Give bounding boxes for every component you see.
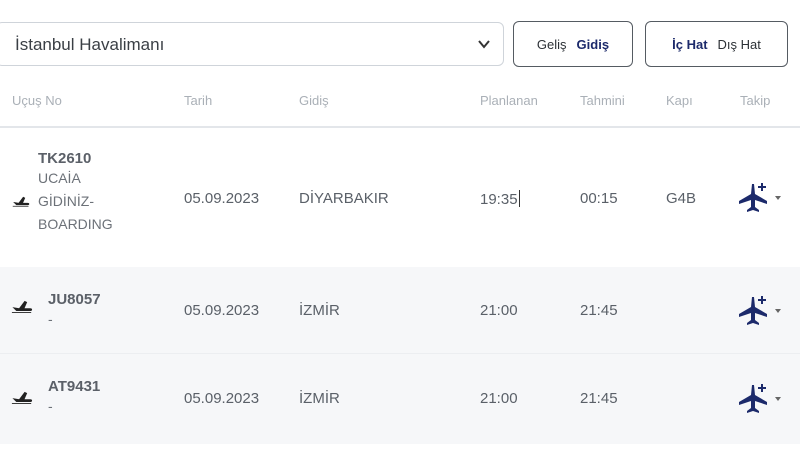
- flight-number: TK2610: [38, 150, 92, 167]
- table-row: AT9431 - 05.09.2023 İZMİR 21:00 21:45: [0, 353, 800, 444]
- chevron-down-icon: [775, 309, 781, 313]
- plane-plus-icon: [739, 296, 767, 325]
- flight-estimated-time: 21:45: [580, 390, 618, 407]
- departure-plane-icon: [11, 300, 33, 313]
- chevron-down-icon: [478, 40, 490, 49]
- flight-planned-time: 21:00: [480, 302, 518, 319]
- flight-date: 05.09.2023: [184, 302, 260, 319]
- header-follow: Takip: [740, 93, 771, 108]
- flight-number: JU8057: [48, 291, 101, 308]
- departure-plane-icon: [11, 391, 33, 404]
- direction-toggle-button[interactable]: Geliş Gidiş: [513, 21, 633, 67]
- table-row: TK2610 UCAİA GİDİNİZ- BOARDING 05.09.202…: [0, 128, 800, 267]
- flight-gate: G4B: [666, 190, 697, 207]
- arrival-label: Geliş: [536, 36, 567, 52]
- flight-planned-time: 21:00: [480, 390, 518, 407]
- table-row: JU8057 - 05.09.2023 İZMİR 21:00 21:45: [0, 267, 800, 353]
- plane-plus-icon: [739, 384, 767, 413]
- text-cursor: [518, 190, 520, 207]
- header-flight-no: Uçuş No: [12, 93, 62, 108]
- header-estimated: Tahmini: [580, 93, 625, 108]
- header-destination: Gidiş: [299, 93, 329, 108]
- flight-destination: DİYARBAKIR: [299, 190, 389, 207]
- flight-estimated-time: 00:15: [580, 190, 618, 207]
- flight-planned-time: 19:35: [480, 190, 520, 208]
- chevron-down-icon: [775, 196, 781, 200]
- international-label: Dış Hat: [717, 36, 761, 52]
- flight-date: 05.09.2023: [184, 190, 260, 207]
- flight-number: AT9431: [48, 378, 101, 395]
- flight-estimated-time: 21:45: [580, 302, 618, 319]
- line-type-toggle-button[interactable]: İç Hat Dış Hat: [645, 21, 788, 67]
- filter-bar: İstanbul Havalimanı Geliş Gidiş İç Hat D…: [0, 0, 800, 80]
- flight-status: UCAİA GİDİNİZ- BOARDING: [38, 170, 113, 232]
- plane-plus-icon: [739, 183, 767, 212]
- follow-flight-button[interactable]: [737, 293, 781, 329]
- flight-status: -: [48, 398, 53, 414]
- departure-label: Gidiş: [576, 36, 610, 52]
- airport-select-value: İstanbul Havalimanı: [15, 35, 165, 54]
- chevron-down-icon: [775, 397, 781, 401]
- flight-date: 05.09.2023: [184, 390, 260, 407]
- header-planned: Planlanan: [480, 93, 538, 108]
- flight-destination: İZMİR: [299, 302, 340, 319]
- departure-plane-icon: [12, 196, 30, 207]
- header-date: Tarih: [184, 93, 213, 108]
- follow-flight-button[interactable]: [737, 381, 781, 417]
- domestic-label: İç Hat: [672, 36, 708, 52]
- airport-select[interactable]: İstanbul Havalimanı: [0, 22, 504, 66]
- header-gate: Kapı: [666, 93, 693, 108]
- flight-status: -: [48, 311, 53, 327]
- table-header: Uçuş No Tarih Gidiş Planlanan Tahmini Ka…: [0, 80, 800, 128]
- flight-destination: İZMİR: [299, 390, 340, 407]
- follow-flight-button[interactable]: [737, 180, 781, 216]
